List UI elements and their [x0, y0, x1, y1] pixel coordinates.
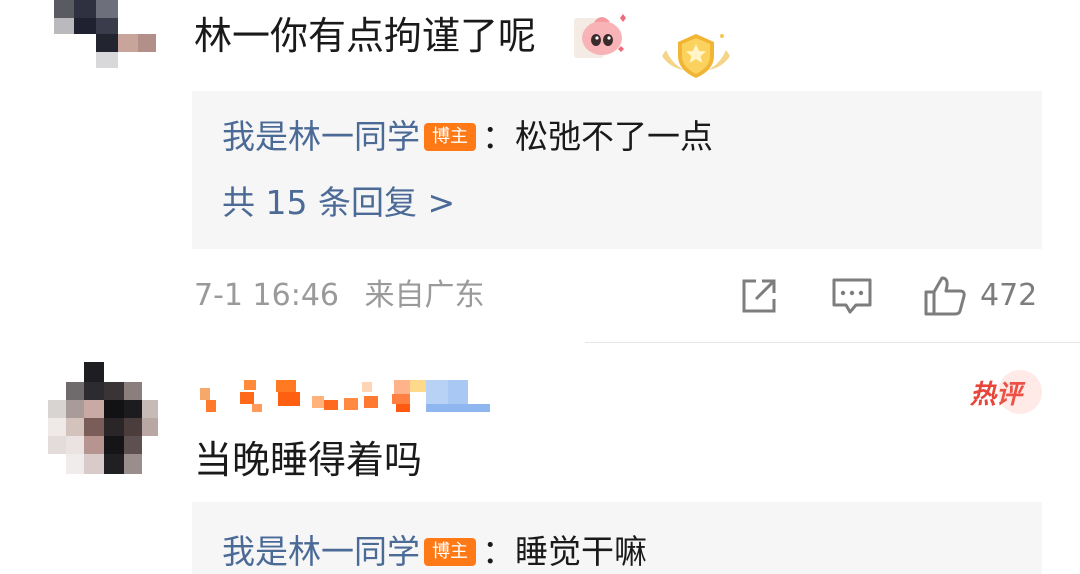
like-button[interactable]: 472 [922, 274, 1037, 318]
avatar[interactable] [34, 0, 156, 70]
comment-icon [832, 278, 872, 314]
cute-pig-sticker-icon [572, 8, 630, 62]
reply-text: 睡觉干嘛 [515, 532, 647, 571]
reply-separator: ： [482, 532, 515, 571]
blogger-tag: 博主 [424, 123, 476, 151]
reply-preview-box[interactable]: 我是林一同学 博主 ： 睡觉干嘛 [192, 502, 1042, 574]
comment-divider [585, 342, 1080, 343]
blogger-tag: 博主 [424, 538, 476, 566]
reply-count-link[interactable]: 共 15 条回复 > [222, 183, 455, 223]
location: 来自广东 [364, 278, 485, 313]
comment-meta: 7-1 16:46 来自广东 [194, 278, 485, 314]
reply-separator: ： [482, 117, 515, 156]
avatar[interactable] [36, 362, 158, 484]
thumbs-up-icon [924, 276, 966, 316]
share-icon [742, 279, 776, 313]
hot-glow-decoration [998, 370, 1043, 414]
comment-text: 当晚睡得着吗 [194, 438, 423, 482]
gold-fan-badge-icon[interactable] [660, 28, 732, 82]
username-pixelated[interactable] [194, 378, 494, 414]
share-button[interactable] [738, 274, 780, 318]
timestamp: 7-1 16:46 [194, 278, 339, 313]
comment-text: 林一你有点拘谨了呢 [194, 14, 537, 58]
reply-author[interactable]: 我是林一同学 [222, 117, 420, 157]
like-count: 472 [980, 278, 1038, 313]
reply-author[interactable]: 我是林一同学 [222, 532, 420, 572]
comment-button[interactable] [830, 274, 874, 318]
reply-text: 松弛不了一点 [515, 117, 713, 156]
reply-preview-box[interactable]: 我是林一同学 博主 ： 松弛不了一点 共 15 条回复 > [192, 91, 1042, 249]
hot-comment-tag: 热评 [970, 370, 1043, 414]
